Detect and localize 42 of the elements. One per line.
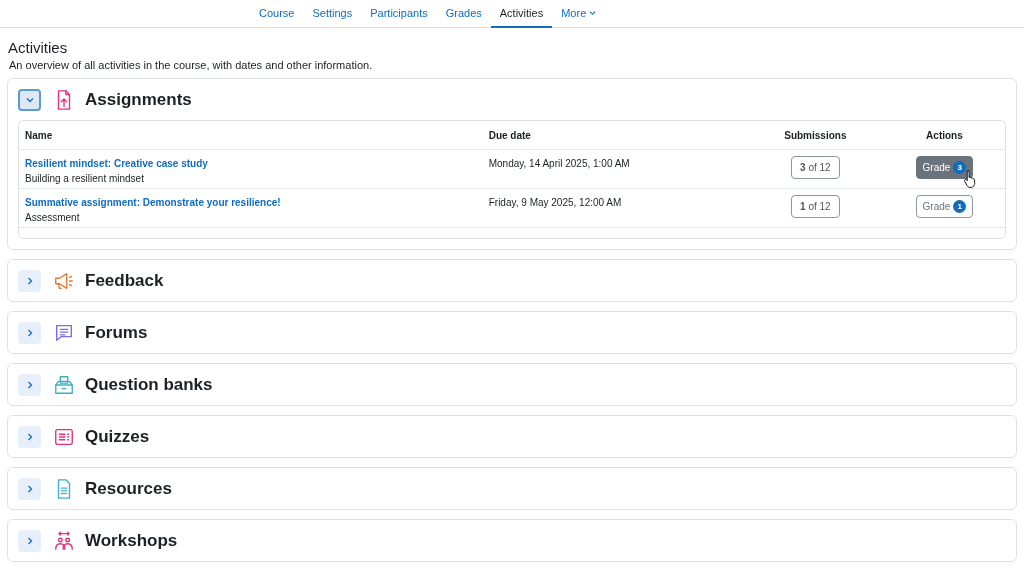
- grade-button[interactable]: Grade 1: [915, 195, 974, 218]
- section-name: Building a resilient mindset: [25, 173, 144, 184]
- nav-tab[interactable]: Course: [250, 0, 304, 28]
- expand-toggle[interactable]: [18, 425, 41, 448]
- expand-toggle[interactable]: [18, 373, 41, 396]
- assignment-link[interactable]: Resilient mindset: Creative case study: [25, 158, 208, 169]
- nav-tab[interactable]: Grades: [436, 0, 491, 28]
- column-header: Name: [24, 129, 54, 141]
- section-title: Question banks: [85, 374, 213, 395]
- expand-toggle[interactable]: [18, 477, 41, 500]
- box-icon: [53, 373, 75, 396]
- count-badge: 3: [953, 161, 967, 174]
- expand-toggle[interactable]: [18, 88, 41, 111]
- column-header: Actions: [925, 129, 964, 141]
- section-title: Workshops: [85, 530, 178, 551]
- expand-toggle[interactable]: [18, 529, 41, 552]
- count-badge: 1: [953, 200, 967, 213]
- section-name: Assessment: [25, 212, 80, 223]
- page-title: Activities: [8, 39, 69, 56]
- grade-button[interactable]: Grade 3: [915, 156, 974, 179]
- section-title: Quizzes: [85, 426, 150, 447]
- section-title: Assignments: [85, 89, 192, 110]
- hand-cursor-icon: [962, 169, 978, 188]
- section-title: Feedback: [85, 270, 164, 291]
- caret-icon: [589, 10, 597, 16]
- people-icon: [53, 529, 75, 552]
- section-title: Forums: [85, 322, 148, 343]
- section-title: Resources: [85, 478, 172, 499]
- assignment-link[interactable]: Summative assignment: Demonstrate your resilience!: [25, 197, 281, 208]
- nav-tab[interactable]: Settings: [303, 0, 362, 28]
- column-header: Due date: [488, 129, 532, 141]
- nav-tab[interactable]: Activities: [490, 0, 553, 28]
- nav-tab[interactable]: More: [552, 0, 606, 28]
- page-description: An overview of all activities in the course, with dates and other information.: [9, 59, 374, 71]
- submissions-button[interactable]: 3 of 12: [791, 156, 840, 179]
- nav-tab[interactable]: Participants: [361, 0, 437, 28]
- expand-toggle[interactable]: [18, 321, 41, 344]
- due-date: Monday, 14 April 2025, 1:00 AM: [488, 157, 631, 169]
- column-header: Submissions: [783, 129, 848, 141]
- due-date: Friday, 9 May 2025, 12:00 AM: [488, 196, 623, 208]
- expand-toggle[interactable]: [18, 269, 41, 292]
- submissions-button[interactable]: 1 of 12: [791, 195, 840, 218]
